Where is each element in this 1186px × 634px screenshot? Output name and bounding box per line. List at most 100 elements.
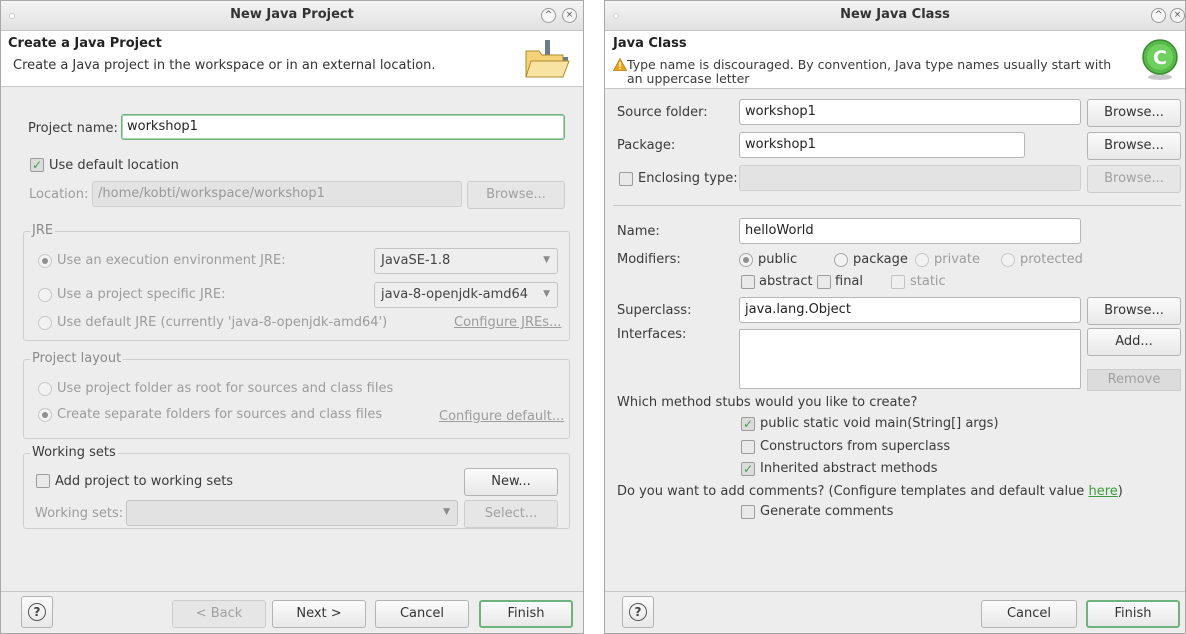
jre-project-specific-value: java-8-openjdk-amd64: [381, 287, 529, 302]
modifier-public-label: public: [758, 252, 798, 267]
modifier-static-checkbox[interactable]: [891, 275, 905, 289]
cancel-button[interactable]: Cancel: [981, 600, 1077, 628]
stub-main-label: public static void main(String[] args): [760, 416, 999, 431]
chevron-down-icon: ▼: [543, 289, 550, 299]
jre-exec-env-label: Use an execution environment JRE:: [57, 253, 286, 268]
select-working-sets-button[interactable]: Select...: [464, 500, 558, 528]
finish-button[interactable]: Finish: [1086, 600, 1180, 628]
interfaces-list[interactable]: [739, 329, 1081, 389]
modifier-final-checkbox[interactable]: [817, 275, 831, 289]
titlebar: New Java Class ^ ×: [605, 1, 1185, 31]
add-to-working-sets-label: Add project to working sets: [55, 474, 234, 489]
use-default-location-checkbox[interactable]: ✓: [30, 158, 44, 172]
layout-root-radio[interactable]: [38, 382, 52, 396]
modifier-private-radio[interactable]: [915, 253, 929, 267]
next-button[interactable]: Next >: [272, 600, 366, 628]
comments-question-text: Do you want to add comments? (Configure …: [617, 484, 1089, 499]
project-layout-group-label: Project layout: [30, 351, 124, 366]
help-button[interactable]: ?: [21, 596, 53, 628]
working-sets-select[interactable]: ▼: [126, 500, 458, 526]
modifier-public-radio[interactable]: [739, 253, 753, 267]
stub-inherited-checkbox[interactable]: ✓: [741, 462, 755, 476]
stub-main-checkbox[interactable]: ✓: [741, 417, 755, 431]
add-interface-button[interactable]: Add...: [1087, 328, 1181, 356]
wizard-header: Create a Java Project Create a Java proj…: [1, 31, 583, 87]
working-sets-label: Working sets:: [35, 506, 124, 521]
help-button[interactable]: ?: [622, 596, 654, 628]
new-working-set-button[interactable]: New...: [464, 468, 558, 496]
package-browse-button[interactable]: Browse...: [1087, 132, 1181, 160]
wizard-header: Java Class Type name is discouraged. By …: [605, 31, 1185, 89]
button-bar: ? < Back Next > Cancel Finish: [1, 591, 583, 633]
package-input[interactable]: workshop1: [739, 132, 1025, 158]
new-java-project-dialog: New Java Project ^ × Create a Java Proje…: [0, 0, 584, 634]
chevron-down-icon: ▼: [543, 255, 550, 265]
modifier-package-radio[interactable]: [834, 253, 848, 267]
stub-inherited-label: Inherited abstract methods: [760, 461, 938, 476]
enclosing-type-label: Enclosing type:: [638, 171, 738, 186]
modifier-protected-label: protected: [1020, 252, 1083, 267]
enclosing-type-browse-button[interactable]: Browse...: [1087, 165, 1181, 193]
configure-jres-link[interactable]: Configure JREs...: [454, 315, 561, 330]
jre-exec-env-value: JavaSE-1.8: [381, 253, 451, 268]
stub-constructors-checkbox[interactable]: [741, 440, 755, 454]
generate-comments-checkbox[interactable]: [741, 505, 755, 519]
project-layout-group: Project layout: [23, 351, 570, 439]
source-folder-browse-button[interactable]: Browse...: [1087, 99, 1181, 127]
close-icon[interactable]: ×: [1170, 8, 1185, 23]
modifier-final-label: final: [835, 274, 864, 289]
jre-group-label: JRE: [30, 223, 56, 238]
modifiers-label: Modifiers:: [617, 252, 681, 267]
location-input[interactable]: /home/kobti/workspace/workshop1: [92, 181, 462, 207]
close-icon[interactable]: ×: [562, 8, 577, 23]
project-name-label: Project name:: [28, 121, 118, 136]
minimize-icon[interactable]: ^: [541, 8, 556, 23]
page-title: Java Class: [613, 36, 687, 51]
separator: [613, 205, 1181, 206]
help-icon: ?: [629, 603, 647, 621]
java-class-icon: C: [1142, 39, 1178, 80]
jre-project-specific-label: Use a project specific JRE:: [57, 287, 226, 302]
superclass-browse-button[interactable]: Browse...: [1087, 297, 1181, 325]
modifier-static-label: static: [910, 274, 946, 289]
working-sets-group-label: Working sets: [30, 445, 118, 460]
class-name-input[interactable]: helloWorld: [739, 218, 1081, 244]
project-name-input[interactable]: workshop1: [121, 114, 565, 140]
source-folder-input[interactable]: workshop1: [739, 99, 1081, 125]
modifier-abstract-label: abstract: [759, 274, 813, 289]
jre-default-radio[interactable]: [38, 316, 52, 330]
layout-separate-radio[interactable]: [38, 408, 52, 422]
jre-project-specific-radio[interactable]: [38, 288, 52, 302]
configure-default-link[interactable]: Configure default...: [439, 409, 564, 424]
help-icon: ?: [28, 603, 46, 621]
layout-root-label: Use project folder as root for sources a…: [57, 381, 394, 396]
location-browse-button[interactable]: Browse...: [467, 181, 565, 209]
cancel-button[interactable]: Cancel: [375, 600, 469, 628]
back-button[interactable]: < Back: [172, 600, 266, 628]
comments-question: Do you want to add comments? (Configure …: [617, 484, 1123, 499]
modifier-protected-radio[interactable]: [1001, 253, 1015, 267]
superclass-input[interactable]: java.lang.Object: [739, 297, 1081, 323]
finish-button[interactable]: Finish: [479, 600, 573, 628]
jre-exec-env-select[interactable]: JavaSE-1.8 ▼: [374, 248, 558, 274]
jre-project-specific-select[interactable]: java-8-openjdk-amd64 ▼: [374, 282, 558, 308]
page-description: Create a Java project in the workspace o…: [13, 58, 436, 73]
page-title: Create a Java Project: [8, 36, 162, 51]
modifier-private-label: private: [934, 252, 980, 267]
add-to-working-sets-checkbox[interactable]: [36, 474, 50, 488]
superclass-label: Superclass:: [617, 303, 692, 318]
minimize-icon[interactable]: ^: [1151, 8, 1166, 23]
enclosing-type-input[interactable]: [739, 165, 1081, 191]
location-label: Location:: [29, 187, 89, 202]
comments-here-link[interactable]: here: [1088, 484, 1117, 499]
modifier-abstract-checkbox[interactable]: [741, 275, 755, 289]
svg-text:C: C: [1153, 47, 1167, 69]
titlebar: New Java Project ^ ×: [1, 1, 583, 31]
comments-question-close: ): [1117, 484, 1123, 499]
remove-interface-button[interactable]: Remove: [1087, 369, 1181, 391]
button-bar: ? Cancel Finish: [605, 591, 1185, 633]
jre-default-label: Use default JRE (currently 'java-8-openj…: [57, 315, 388, 330]
jre-exec-env-radio[interactable]: [38, 254, 52, 268]
enclosing-type-checkbox[interactable]: [619, 172, 633, 186]
source-folder-label: Source folder:: [617, 105, 708, 120]
